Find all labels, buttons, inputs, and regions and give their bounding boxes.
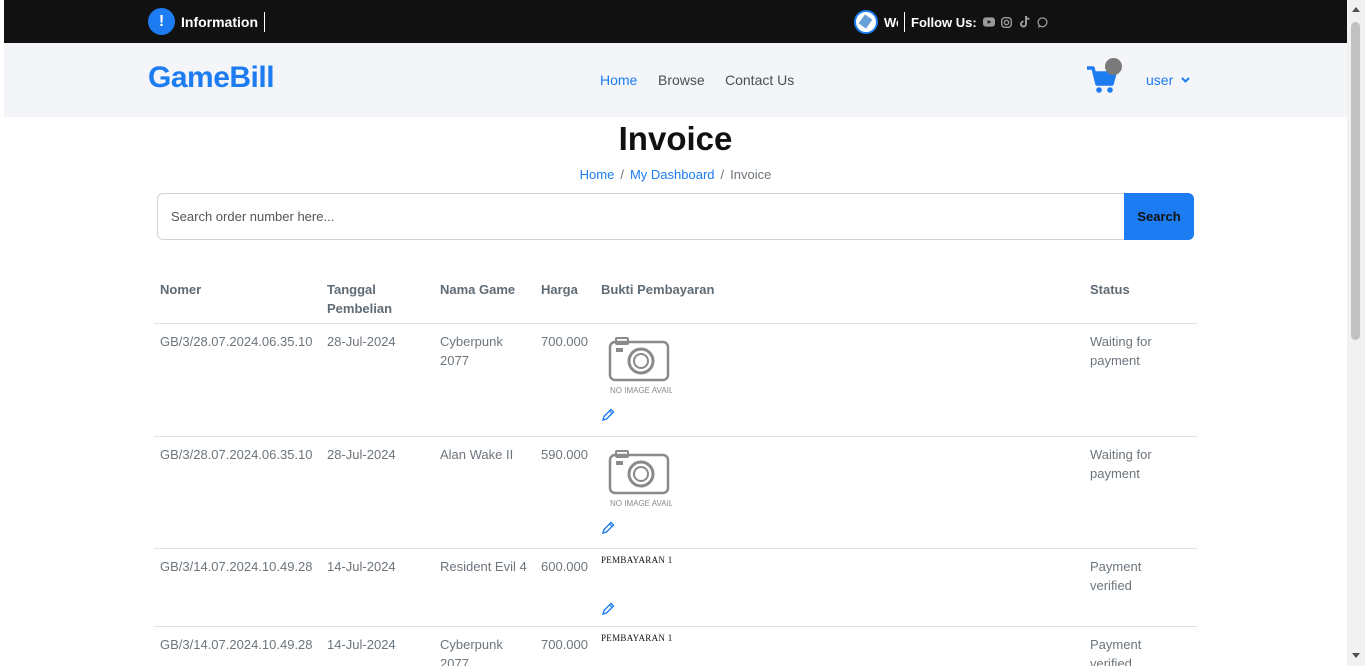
welcome-text: Welcome xyxy=(884,14,898,30)
cell-status: Waiting for payment xyxy=(1090,447,1152,481)
chevron-down-icon xyxy=(1181,77,1190,83)
instagram-icon[interactable] xyxy=(1001,16,1013,28)
table-row: GB/3/14.07.2024.10.49.28 14-Jul-2024 Res… xyxy=(154,549,1197,627)
breadcrumb-current: Invoice xyxy=(730,167,772,182)
divider xyxy=(904,12,905,32)
cell-tanggal: 28-Jul-2024 xyxy=(327,334,396,349)
header-harga: Harga xyxy=(541,282,578,297)
whatsapp-icon[interactable] xyxy=(1037,16,1049,28)
main-navbar: GameBill Home Browse Contact Us user xyxy=(4,43,1347,117)
cell-game: Cyberpunk 2077 xyxy=(440,637,503,666)
follow-block: Welcome Follow Us: xyxy=(854,10,1049,34)
nav-browse[interactable]: Browse xyxy=(658,72,705,88)
pencil-icon[interactable] xyxy=(601,521,615,535)
scroll-down-arrow-icon[interactable] xyxy=(1352,653,1360,658)
table-row: GB/3/28.07.2024.06.35.10 28-Jul-2024 Ala… xyxy=(154,437,1197,549)
nav-contact-us[interactable]: Contact Us xyxy=(725,72,794,88)
cell-status: Payment verified xyxy=(1090,637,1142,666)
cell-game: Resident Evil 4 xyxy=(440,559,527,574)
search-button[interactable]: Search xyxy=(1124,193,1194,240)
header-nama-game: Nama Game xyxy=(440,282,516,297)
payment-proof-image[interactable]: PEMBAYARAN 1 xyxy=(601,633,673,643)
broken-image-icon xyxy=(854,10,878,34)
cell-tanggal: 14-Jul-2024 xyxy=(327,637,396,652)
user-dropdown[interactable]: user xyxy=(1146,72,1190,88)
nav-home[interactable]: Home xyxy=(600,72,637,88)
follow-us-label: Follow Us: xyxy=(911,14,977,30)
breadcrumb-dashboard[interactable]: My Dashboard xyxy=(630,167,715,182)
cell-harga: 700.000 xyxy=(541,637,588,652)
information-block: ! Information xyxy=(148,8,265,35)
cell-harga: 600.000 xyxy=(541,559,588,574)
divider xyxy=(264,11,265,32)
search-bar: Search xyxy=(157,193,1194,240)
cell-tanggal: 14-Jul-2024 xyxy=(327,559,396,574)
header-bukti: Bukti Pembayaran xyxy=(601,282,715,297)
no-image-placeholder[interactable]: NO IMAGE AVAILABLE xyxy=(608,336,694,406)
cell-status: Waiting for payment xyxy=(1090,334,1152,368)
no-image-placeholder[interactable]: NO IMAGE AVAILABLE xyxy=(608,449,694,519)
payment-proof-image[interactable]: PEMBAYARAN 1 xyxy=(601,555,673,565)
cell-harga: 700.000 xyxy=(541,334,588,349)
table-row: GB/3/14.07.2024.10.49.28 14-Jul-2024 Cyb… xyxy=(154,627,1197,666)
pencil-icon[interactable] xyxy=(601,408,615,422)
cell-nomer: GB/3/28.07.2024.06.35.10 xyxy=(160,447,313,462)
user-label: user xyxy=(1146,72,1174,88)
exclamation-icon: ! xyxy=(148,8,175,35)
cell-nomer: GB/3/28.07.2024.06.35.10 xyxy=(160,334,313,349)
cell-tanggal: 28-Jul-2024 xyxy=(327,447,396,462)
invoice-table: Nomer Tanggal Pembelian Nama Game Harga … xyxy=(154,270,1197,666)
header-tanggal: Tanggal Pembelian xyxy=(327,282,393,316)
cell-status: Payment verified xyxy=(1090,559,1142,593)
no-image-text: NO IMAGE AVAILABLE xyxy=(610,499,672,508)
table-row: GB/3/28.07.2024.06.35.10 28-Jul-2024 Cyb… xyxy=(154,324,1197,437)
cell-nomer: GB/3/14.07.2024.10.49.28 xyxy=(160,637,313,652)
information-label: Information xyxy=(181,13,258,30)
breadcrumb-home[interactable]: Home xyxy=(580,167,615,182)
tiktok-icon[interactable] xyxy=(1019,16,1031,28)
scroll-thumb[interactable] xyxy=(1351,22,1360,340)
header-nomer: Nomer xyxy=(160,282,202,297)
youtube-icon[interactable] xyxy=(982,16,995,28)
page-scrollbar[interactable] xyxy=(1347,0,1365,666)
top-info-bar: ! Information Welcome Follow Us: xyxy=(4,0,1347,43)
search-input[interactable] xyxy=(157,193,1124,240)
header-status: Status xyxy=(1090,282,1130,297)
cell-nomer: GB/3/14.07.2024.10.49.28 xyxy=(160,559,313,574)
page-title: Invoice xyxy=(618,120,733,157)
cell-game: Cyberpunk 2077 xyxy=(440,334,503,368)
breadcrumb: Home / My Dashboard / Invoice xyxy=(579,167,772,182)
pencil-icon[interactable] xyxy=(601,602,615,616)
brand-logo[interactable]: GameBill xyxy=(148,61,275,95)
cell-game: Alan Wake II xyxy=(440,447,514,462)
no-image-text: NO IMAGE AVAILABLE xyxy=(610,386,672,395)
scroll-up-arrow-icon[interactable] xyxy=(1352,7,1360,12)
cell-harga: 590.000 xyxy=(541,447,588,462)
cart-badge xyxy=(1105,58,1122,75)
table-header: Nomer Tanggal Pembelian Nama Game Harga … xyxy=(154,270,1197,324)
